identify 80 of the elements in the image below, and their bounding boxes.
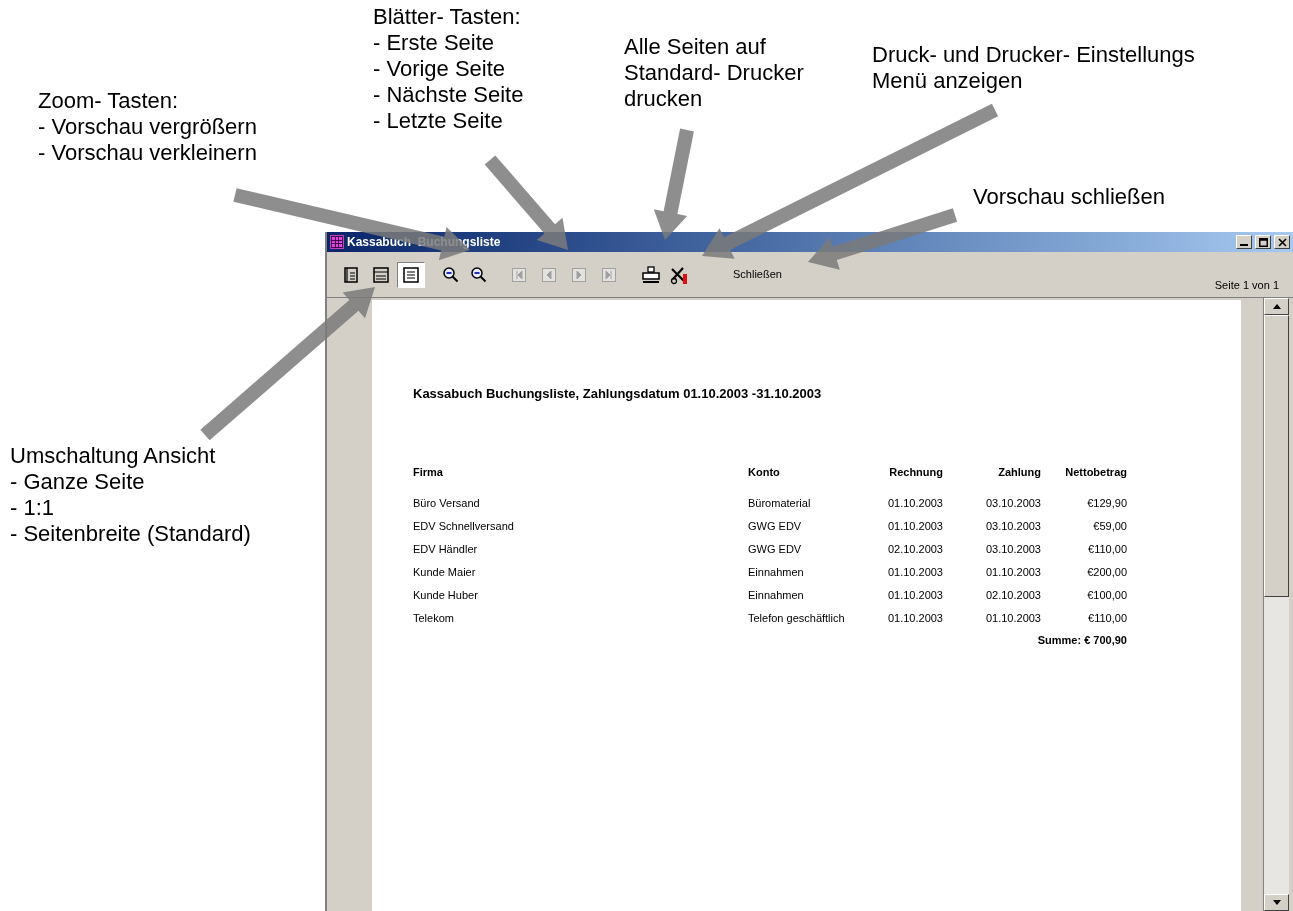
table-cell-text: 02.10.2003	[984, 587, 1042, 603]
maximize-button[interactable]	[1255, 235, 1271, 249]
annotation-text: Zoom- Tasten:	[38, 88, 180, 114]
table-cell-text: GWG EDV	[748, 518, 803, 534]
annotation-text: Druck- und Drucker- Einstellungs	[872, 42, 1195, 68]
up-arrow-icon	[1272, 304, 1281, 309]
column-header: Konto	[748, 464, 781, 480]
view-button[interactable]	[397, 261, 425, 288]
table-cell-text: Einnahmen	[748, 587, 805, 603]
next-page-icon	[570, 265, 588, 284]
annotation-text: - Vorige Seite	[373, 56, 507, 82]
annotation-text: Standard- Drucker	[624, 60, 804, 86]
table-cell-text: €59,00	[1092, 518, 1128, 534]
table-cell-text: Einnahmen	[748, 564, 805, 580]
table-cell-text: 01.10.2003	[984, 564, 1042, 580]
page-width-icon	[402, 265, 420, 284]
maximize-icon	[1258, 237, 1268, 247]
table-cell-text: €110,00	[1087, 610, 1128, 626]
annotation-text: Blätter- Tasten:	[373, 4, 522, 30]
table-cell-text: Kunde Huber	[413, 587, 479, 603]
table-cell-text: €100,00	[1086, 587, 1128, 603]
table-cell-text: Büro Versand	[413, 495, 481, 511]
annotation-text: - Seitenbreite (Standard)	[10, 521, 251, 547]
annotation-text: - Nächste Seite	[373, 82, 524, 108]
table-cell-text: Telekom	[413, 610, 455, 626]
table-cell-text: 01.10.2003	[886, 495, 944, 511]
scroll-down-button[interactable]	[1264, 894, 1289, 911]
column-header: Zahlung	[997, 464, 1042, 480]
down-arrow-icon	[1272, 900, 1281, 905]
table-cell-text: Telefon geschäftlich	[748, 610, 846, 626]
table-cell-text: 01.10.2003	[984, 610, 1042, 626]
annotation-text: drucken	[624, 86, 704, 112]
close-button[interactable]	[1274, 235, 1290, 249]
table-cell-text: Büromaterial	[748, 495, 812, 511]
lines-icon	[372, 265, 390, 284]
annotation-text: - 1:1	[10, 495, 56, 521]
last-page-icon	[600, 265, 618, 284]
page-icon	[342, 265, 360, 284]
close-button[interactable]: Schließen	[729, 262, 786, 287]
total-sum: Summe: € 700,90	[1037, 632, 1127, 648]
table-cell-text: €110,00	[1087, 541, 1128, 557]
printer-icon	[641, 264, 661, 285]
table-cell-text: 01.10.2003	[886, 518, 944, 534]
table-cell-text: 03.10.2003	[984, 541, 1042, 557]
table-cell-text: 01.10.2003	[886, 610, 944, 626]
table-cell-text: 01.10.2003	[886, 564, 944, 580]
scroll-thumb[interactable]	[1264, 315, 1289, 597]
minimize-button[interactable]	[1236, 235, 1252, 249]
report-title: Kassabuch Buchungsliste, Zahlungsdatum 01.10.2003 -31.10.2003	[413, 385, 823, 403]
table-cell-text: EDV Händler	[413, 541, 479, 557]
table-cell-text: €129,90	[1086, 495, 1128, 511]
page-indicator: Seite 1 von 1	[1214, 277, 1279, 293]
table-cell-text: €200,00	[1086, 564, 1128, 580]
table-cell-text: 03.10.2003	[984, 495, 1042, 511]
annotation-text: - Vorschau vergrößern	[38, 114, 257, 140]
table-cell-text: Kunde Maier	[413, 564, 477, 580]
annotation-text: - Ganze Seite	[10, 469, 146, 495]
previous-page-icon	[540, 265, 558, 284]
first-page-icon	[510, 265, 528, 284]
column-header: Firma	[413, 464, 444, 480]
scroll-up-button[interactable]	[1264, 298, 1289, 315]
table-cell-text: 02.10.2003	[886, 541, 944, 557]
annotation-text: - Vorschau verkleinern	[38, 140, 257, 166]
column-header: Rechnung	[888, 464, 944, 480]
annotation-text: Vorschau schließen	[973, 184, 1165, 210]
table-cell-text: 03.10.2003	[984, 518, 1042, 534]
magnifier-icon	[470, 265, 488, 284]
table-cell-text: GWG EDV	[748, 541, 803, 557]
table-cell-text: 01.10.2003	[886, 587, 944, 603]
table-cell-text: EDV Schnellversand	[413, 518, 515, 534]
magnifier-icon	[442, 265, 460, 284]
column-header: Nettobetrag	[1064, 464, 1128, 480]
minimize-icon	[1240, 244, 1248, 246]
close-icon	[1277, 237, 1287, 247]
annotation-text: Umschaltung Ansicht	[10, 443, 217, 469]
annotation-text: Menü anzeigen	[872, 68, 1024, 94]
annotation-text: Alle Seiten auf	[624, 34, 767, 60]
annotation-text: - Letzte Seite	[373, 108, 504, 134]
app-icon	[330, 235, 344, 249]
annotation-text: - Erste Seite	[373, 30, 496, 56]
